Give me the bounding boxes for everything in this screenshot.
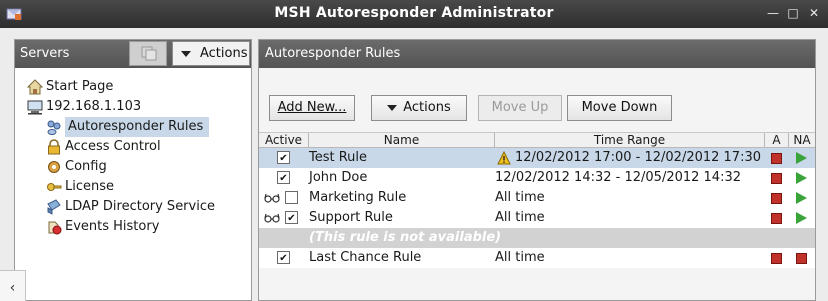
directory-icon [47, 199, 61, 215]
servers-actions-button[interactable]: Actions [172, 41, 250, 66]
play-icon[interactable] [796, 192, 807, 204]
lock-icon [48, 139, 60, 155]
column-header-na[interactable]: NA [789, 133, 815, 148]
rules-title: Autoresponder Rules [265, 46, 401, 61]
move-down-button[interactable]: Move Down [567, 95, 672, 121]
key-icon [47, 183, 62, 191]
table-header: Active Name Time Range A NA [259, 132, 815, 148]
servers-pane: Servers Actions Start Page 192.168.1.103… [14, 39, 252, 301]
title-bar: MSH Autoresponder Administrator — □ ✕ [0, 0, 828, 28]
stop-icon[interactable] [796, 253, 807, 264]
active-checkbox[interactable] [277, 151, 290, 164]
active-checkbox[interactable] [285, 191, 298, 204]
play-icon[interactable] [796, 172, 807, 184]
people-icon [47, 120, 61, 135]
copy-icon [141, 46, 157, 61]
active-checkbox[interactable] [277, 251, 290, 264]
column-header-name[interactable]: Name [309, 133, 495, 148]
servers-header: Servers Actions [15, 40, 251, 68]
dropdown-arrow-icon [181, 51, 191, 57]
gear-icon [48, 161, 60, 173]
stop-icon[interactable] [771, 213, 782, 224]
active-checkbox[interactable] [285, 211, 298, 224]
stop-icon[interactable] [771, 153, 782, 164]
window-title: MSH Autoresponder Administrator [274, 5, 554, 21]
home-icon [27, 79, 43, 95]
play-icon[interactable] [796, 212, 807, 224]
maximize-icon[interactable]: □ [784, 4, 802, 22]
stop-icon[interactable] [771, 253, 782, 264]
computer-icon [27, 100, 43, 115]
table-row[interactable]: Last Chance Rule All time [259, 248, 815, 268]
play-icon[interactable] [796, 152, 807, 164]
table-row[interactable]: Test Rule 12/02/2012 17:00 - 12/02/2012 … [259, 148, 815, 168]
column-header-active[interactable]: Active [259, 133, 309, 148]
table-row[interactable]: Marketing Rule All time [259, 188, 815, 208]
chevron-left-icon: ‹ [9, 280, 16, 296]
move-up-button[interactable]: Move Up [478, 95, 562, 121]
glasses-icon [264, 213, 280, 223]
warning-icon [497, 151, 511, 165]
stop-icon[interactable] [771, 193, 782, 204]
close-icon[interactable]: ✕ [805, 4, 823, 22]
add-new-button[interactable]: Add New... [269, 95, 355, 121]
minimize-icon[interactable]: — [764, 4, 782, 22]
column-header-time-range[interactable]: Time Range [495, 133, 765, 148]
events-icon [48, 221, 62, 235]
table-row-unavailable: (This rule is not available) [259, 228, 815, 248]
table-row[interactable]: John Doe 12/02/2012 14:32 - 12/05/2012 1… [259, 168, 815, 188]
stop-icon[interactable] [771, 173, 782, 184]
active-checkbox[interactable] [277, 171, 290, 184]
copy-server-button[interactable] [129, 41, 167, 66]
collapse-panel-handle[interactable]: ‹ [0, 270, 26, 301]
rules-header: Autoresponder Rules [259, 40, 815, 68]
rules-actions-button[interactable]: Actions [371, 95, 467, 121]
column-header-a[interactable]: A [765, 133, 789, 148]
dropdown-arrow-icon [387, 104, 398, 111]
servers-title: Servers [20, 46, 70, 61]
main-window: Servers Actions Start Page 192.168.1.103… [0, 28, 828, 301]
rules-pane: Autoresponder Rules Add New... Actions M… [258, 39, 816, 301]
table-row[interactable]: Support Rule All time [259, 208, 815, 228]
glasses-icon [264, 193, 280, 203]
